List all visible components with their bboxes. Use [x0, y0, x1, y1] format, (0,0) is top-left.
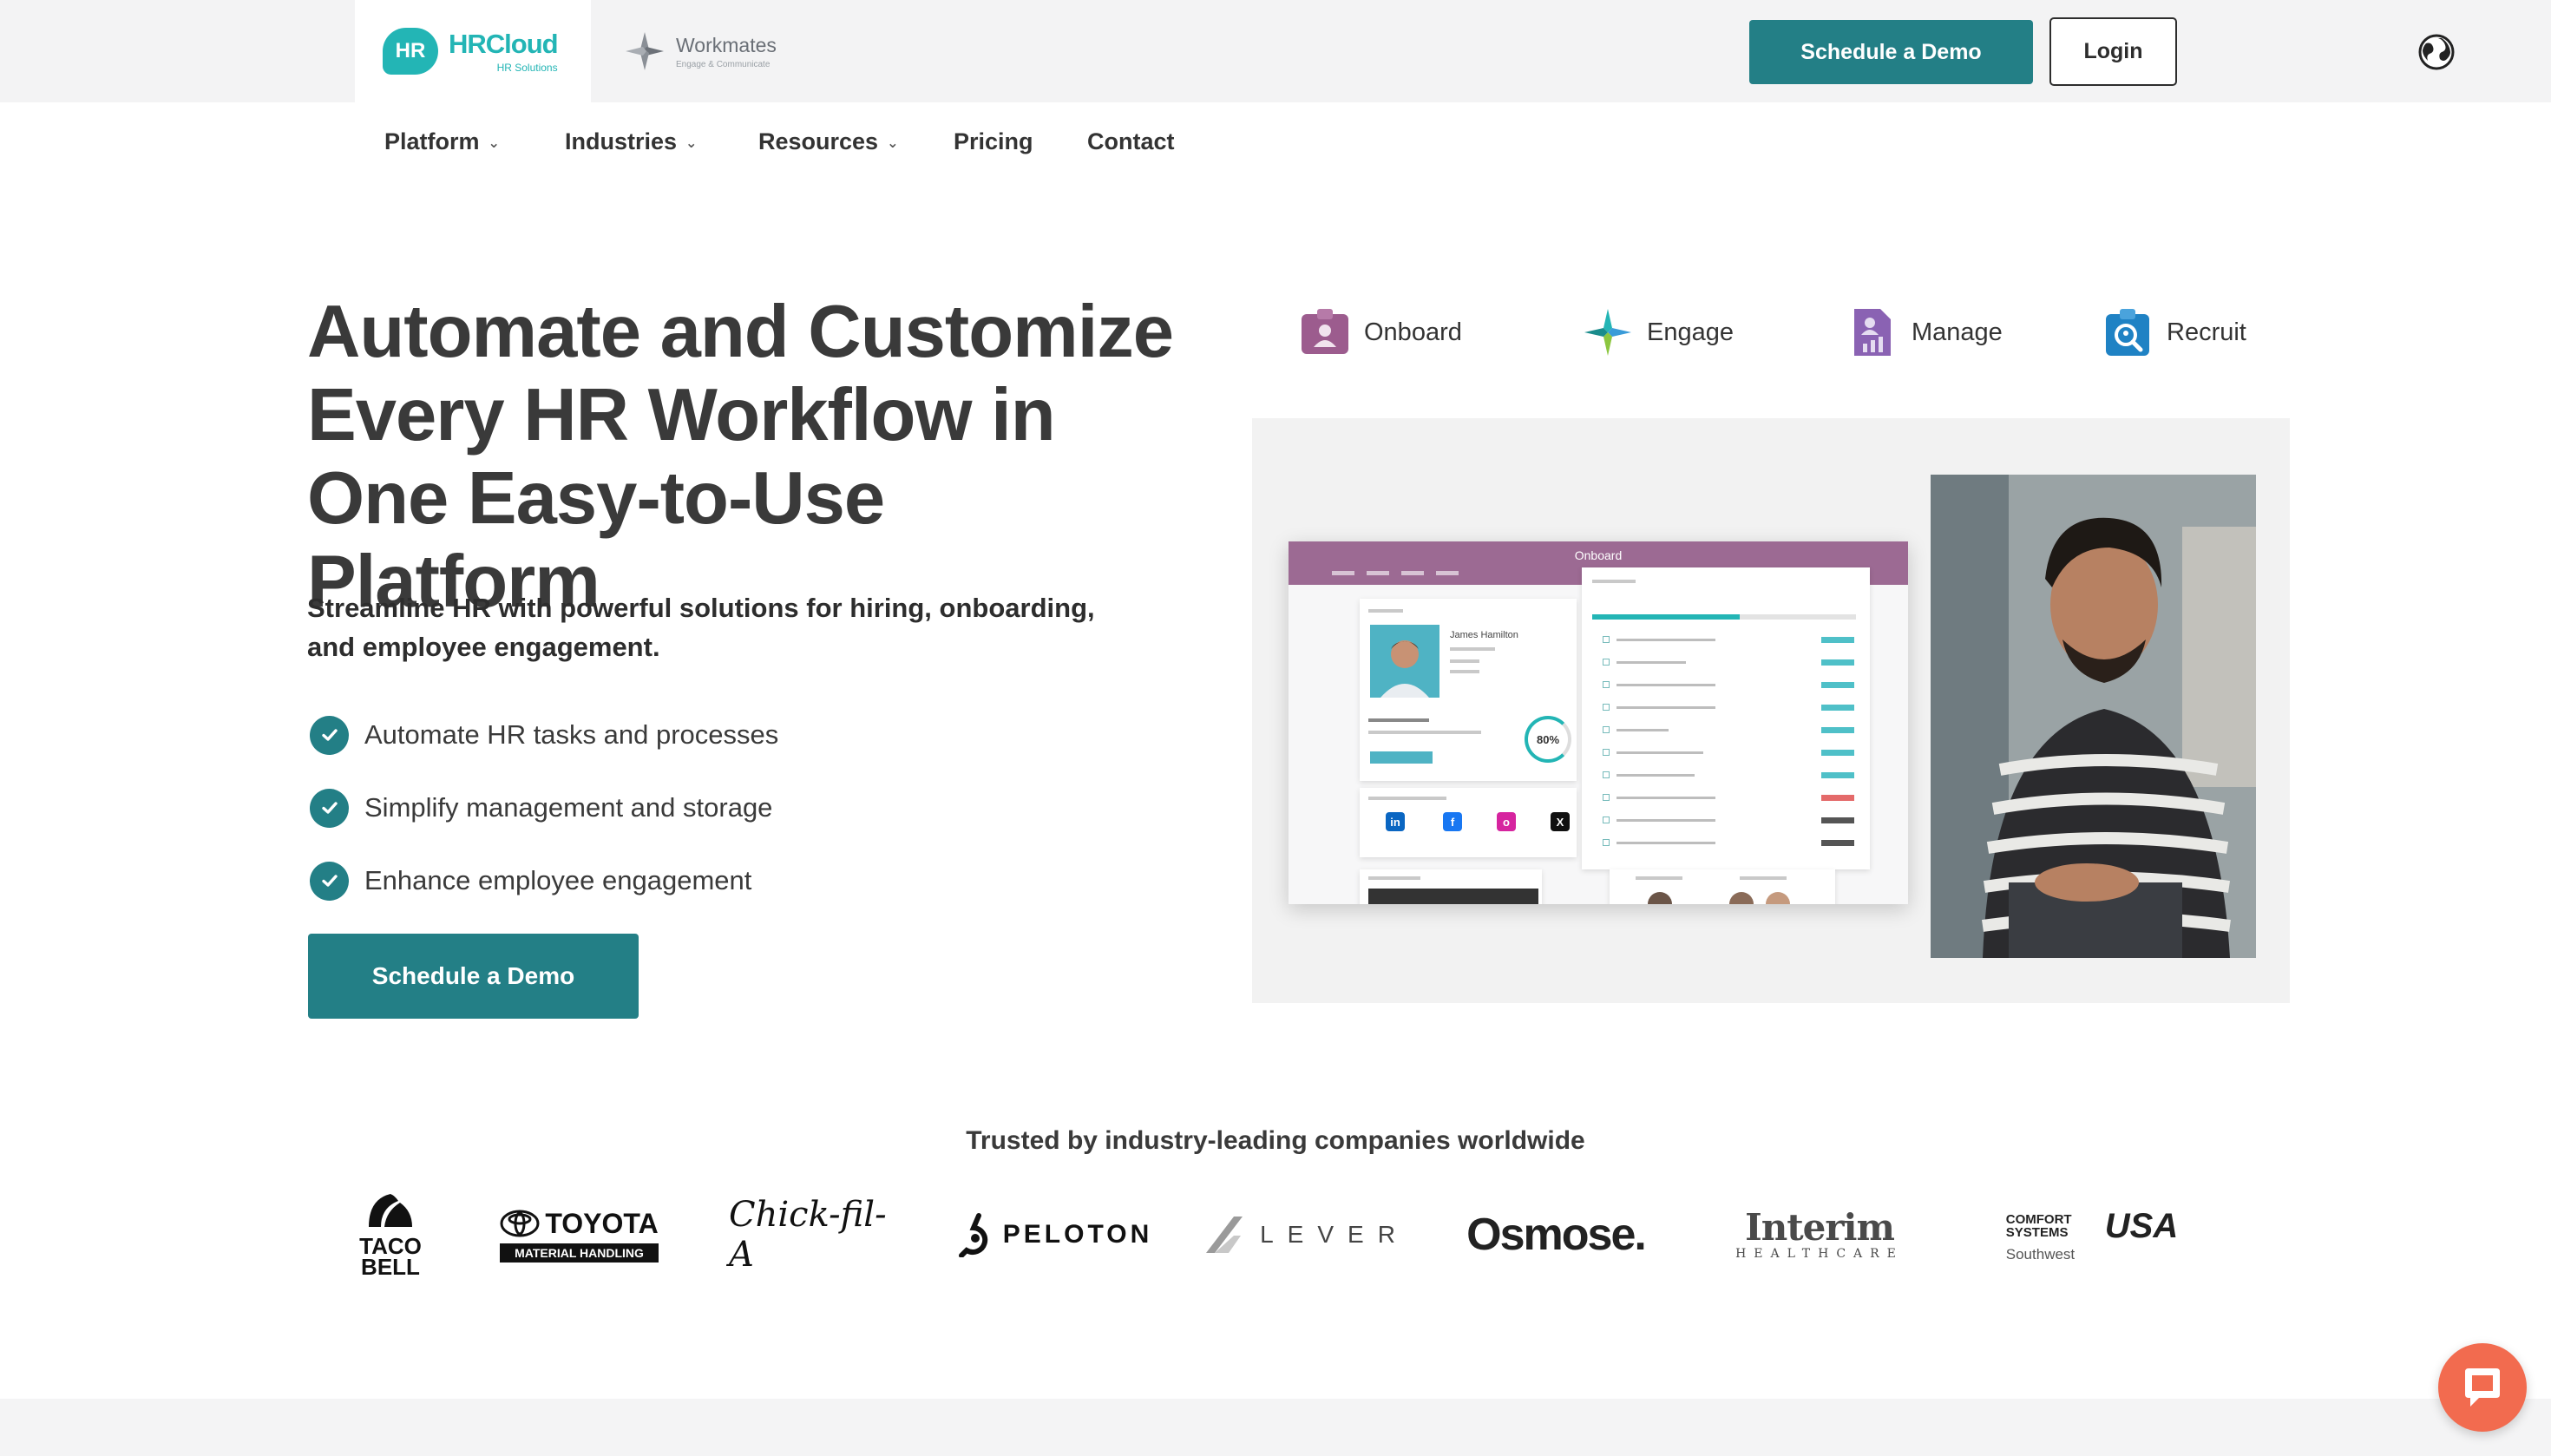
completion-ring: 80%: [1525, 716, 1571, 763]
checklist-item: Automate HR tasks and processes: [307, 698, 778, 771]
manage-icon: [1854, 309, 1891, 356]
chevron-down-icon: ⌄: [685, 135, 698, 151]
linkedin-icon: in: [1386, 812, 1405, 831]
schedule-demo-header-button[interactable]: Schedule a Demo: [1749, 20, 2033, 84]
tab-engage[interactable]: Engage: [1581, 302, 1734, 363]
tab-onboard-label: Onboard: [1364, 318, 1462, 346]
onboard-app-mockup: Onboard James Hamilton 80% in f o X: [1289, 541, 1908, 904]
main-nav: Platform ⌄ Industries ⌄ Resources ⌄ Pric…: [0, 102, 2551, 185]
onboard-icon: [1302, 309, 1348, 354]
globe-icon[interactable]: [2417, 33, 2456, 71]
peloton-logo: PELOTON: [958, 1187, 1149, 1282]
nav-pricing[interactable]: Pricing: [954, 128, 1033, 155]
top-bar: HR HRCloud HR Solutions Workmates Engage…: [0, 0, 2551, 102]
mockup-profile-name: James Hamilton: [1450, 630, 1518, 640]
footer-band: [0, 1399, 2551, 1456]
mockup-about-card: [1360, 869, 1542, 904]
trusted-heading: Trusted by industry-leading companies wo…: [966, 1126, 1585, 1155]
mockup-tabs: [1332, 571, 1459, 575]
chat-bubble-icon: [2465, 1368, 2500, 1407]
workmates-logo-icon: [626, 32, 664, 70]
comfort-systems-usa: USA: [2104, 1206, 2179, 1245]
checklist-item: Enhance employee engagement: [307, 844, 778, 917]
toyota-name: TOYOTA: [545, 1207, 659, 1239]
checklist-item-label: Automate HR tasks and processes: [364, 719, 779, 750]
employee-photo: [1931, 475, 2256, 958]
product-preview-panel: Onboard James Hamilton 80% in f o X: [1252, 418, 2290, 1003]
mockup-social-card: in f o X: [1360, 788, 1577, 857]
nav-resources[interactable]: Resources ⌄: [758, 128, 898, 155]
check-circle-icon: [310, 715, 349, 755]
tab-recruit[interactable]: Recruit: [2101, 302, 2246, 363]
x-icon: X: [1551, 812, 1570, 831]
comfort-systems-name: COMFORT SYSTEMS: [2005, 1212, 2072, 1240]
chevron-down-icon: ⌄: [887, 135, 899, 151]
chick-fil-a-name: Chick-fil-A: [729, 1195, 887, 1275]
hero-title: Automate and Customize Every HR Workflow…: [307, 291, 1192, 624]
nav-industries[interactable]: Industries ⌄: [565, 128, 697, 155]
toyota-logo: TOYOTA MATERIAL HANDLING: [499, 1187, 659, 1282]
hero-title-line: Automate and Customize: [307, 291, 1174, 373]
chevron-down-icon: ⌄: [488, 135, 500, 151]
hrcloud-brand-name: HRCloud: [449, 29, 559, 59]
interim-name: Interim: [1745, 1206, 1895, 1249]
mockup-manager-card: [1610, 869, 1835, 904]
facebook-icon: f: [1443, 812, 1462, 831]
check-circle-icon: [310, 788, 349, 828]
lever-name: LEVER: [1260, 1221, 1409, 1248]
comfort-systems-logo: COMFORT SYSTEMS USA Southwest: [1996, 1187, 2188, 1282]
peloton-name: PELOTON: [1002, 1220, 1153, 1249]
checklist-item-label: Simplify management and storage: [364, 792, 773, 823]
workmates-brand-tab[interactable]: Workmates Engage & Communicate: [617, 0, 825, 102]
checklist-item: Simplify management and storage: [307, 771, 778, 844]
avatar: [1370, 625, 1439, 698]
nav-pricing-label: Pricing: [954, 128, 1033, 154]
nav-platform-label: Platform: [384, 128, 480, 154]
tab-onboard[interactable]: Onboard: [1298, 302, 1462, 363]
nav-industries-label: Industries: [565, 128, 678, 154]
mockup-profile-card: James Hamilton 80%: [1360, 599, 1577, 781]
tab-manage-label: Manage: [1912, 318, 2003, 346]
hrcloud-brand-sub: HR Solutions: [496, 62, 558, 74]
osmose-name: Osmose.: [1466, 1210, 1647, 1260]
check-circle-icon: [310, 861, 349, 901]
tab-recruit-label: Recruit: [2167, 318, 2246, 346]
comfort-systems-region: Southwest: [2005, 1245, 2076, 1263]
mockup-tasks-card: [1582, 567, 1870, 869]
hero-subtitle: Streamline HR with powerful solutions fo…: [307, 593, 1095, 662]
nav-contact-label: Contact: [1087, 128, 1175, 154]
taco-bell-logo: TACO BELL: [347, 1187, 434, 1282]
interim-sub: HEALTHCARE: [1735, 1247, 1904, 1261]
lever-logo: LEVER: [1206, 1187, 1397, 1282]
checklist-item-label: Enhance employee engagement: [364, 865, 752, 895]
chat-button[interactable]: [2438, 1343, 2527, 1432]
hrcloud-brand-tab[interactable]: HR HRCloud HR Solutions: [355, 0, 591, 102]
tab-engage-label: Engage: [1647, 318, 1734, 346]
tab-manage[interactable]: Manage: [1846, 302, 2003, 363]
nav-resources-label: Resources: [758, 128, 879, 154]
workmates-brand-name: Workmates: [676, 33, 777, 56]
login-button[interactable]: Login: [2049, 17, 2177, 86]
hero-title-line: Every HR Workflow in: [307, 374, 1056, 456]
hrcloud-logo-icon: HR: [383, 28, 438, 75]
toyota-sub: MATERIAL HANDLING: [500, 1243, 659, 1263]
recruit-icon: [2106, 309, 2149, 356]
interim-logo: Interim HEALTHCARE: [1720, 1187, 1919, 1282]
engage-icon: [1584, 309, 1631, 356]
schedule-demo-hero-button[interactable]: Schedule a Demo: [308, 934, 639, 1019]
feature-checklist: Automate HR tasks and processes Simplify…: [307, 698, 778, 917]
nav-platform[interactable]: Platform ⌄: [384, 128, 500, 155]
nav-contact[interactable]: Contact: [1087, 128, 1175, 155]
instagram-icon: o: [1497, 812, 1516, 831]
workmates-brand-sub: Engage & Communicate: [676, 59, 771, 69]
chick-fil-a-logo: Chick-fil-A: [729, 1187, 894, 1282]
osmose-logo: Osmose.: [1465, 1187, 1647, 1282]
taco-bell-line: BELL: [361, 1254, 420, 1280]
